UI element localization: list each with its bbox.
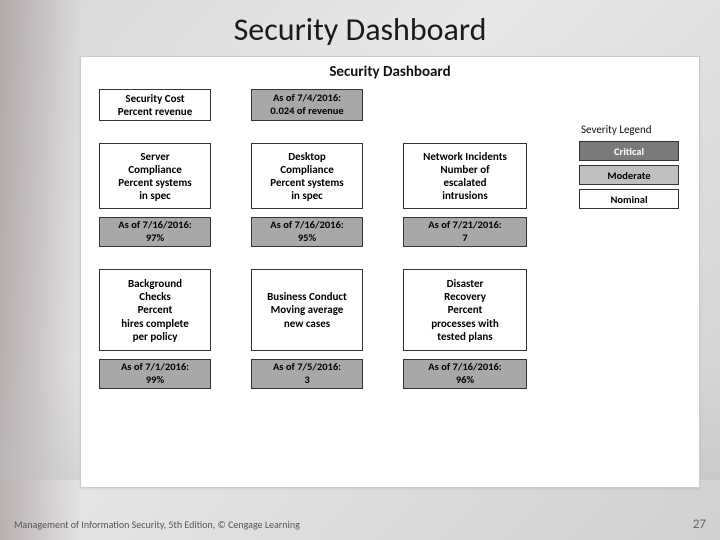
metric-label: Compliance <box>104 163 206 176</box>
metric-value: 97% <box>104 232 206 245</box>
metric-label: Network Incidents <box>408 150 522 163</box>
metric-label: intrusions <box>408 189 522 202</box>
metric-label: Desktop <box>256 150 358 163</box>
metric-value: 3 <box>256 374 358 387</box>
metric-label: hires complete <box>104 317 206 330</box>
dashboard-grid: Security Cost Percent revenue As of 7/4/… <box>81 85 699 485</box>
metric-value: 95% <box>256 232 358 245</box>
footer-credit: Management of Information Security, 5th … <box>14 518 300 531</box>
metric-label: Security Cost <box>104 92 206 105</box>
metric-security-cost: Security Cost Percent revenue <box>99 89 211 121</box>
metric-background-checks-value: As of 7/1/2016: 99% <box>99 359 211 389</box>
metric-label: escalated <box>408 176 522 189</box>
legend-nominal: Nominal <box>579 189 679 209</box>
metric-label: Percent systems <box>104 176 206 189</box>
bg-decor-left <box>0 0 80 540</box>
dashboard-panel: Security Dashboard Security Cost Percent… <box>80 56 700 488</box>
panel-title: Security Dashboard <box>81 57 699 85</box>
metric-business-conduct-value: As of 7/5/2016: 3 <box>251 359 363 389</box>
metric-label: Server <box>104 150 206 163</box>
metric-server-compliance: Server Compliance Percent systems in spe… <box>99 143 211 209</box>
metric-label: Disaster <box>408 277 522 290</box>
legend-title: Severity Legend <box>581 123 691 136</box>
metric-label: in spec <box>256 189 358 202</box>
metric-desktop-compliance: Desktop Compliance Percent systems in sp… <box>251 143 363 209</box>
page-number: 27 <box>693 517 706 532</box>
slide-footer: Management of Information Security, 5th … <box>14 517 706 532</box>
slide-title: Security Dashboard <box>0 10 720 49</box>
metric-disaster-recovery: Disaster Recovery Percent processes with… <box>403 269 527 351</box>
metric-label: Percent revenue <box>104 105 206 118</box>
metric-value: 0.024 of revenue <box>256 105 358 118</box>
metric-network-incidents: Network Incidents Number of escalated in… <box>403 143 527 209</box>
metric-label: Background <box>104 277 206 290</box>
metric-network-incidents-value: As of 7/21/2016: 7 <box>403 217 527 247</box>
metric-label: Percent <box>408 303 522 316</box>
metric-server-compliance-value: As of 7/16/2016: 97% <box>99 217 211 247</box>
metric-value: 7 <box>408 232 522 245</box>
metric-label: Number of <box>408 163 522 176</box>
metric-label: Business Conduct <box>256 290 358 303</box>
metric-value: 99% <box>104 374 206 387</box>
metric-label: new cases <box>256 317 358 330</box>
metric-desktop-compliance-value: As of 7/16/2016: 95% <box>251 217 363 247</box>
metric-label: in spec <box>104 189 206 202</box>
metric-label: per policy <box>104 330 206 343</box>
legend-critical: Critical <box>579 141 679 161</box>
metric-label: Percent systems <box>256 176 358 189</box>
metric-label: Checks <box>104 290 206 303</box>
metric-label: Percent <box>104 303 206 316</box>
metric-label: Moving average <box>256 303 358 316</box>
metric-disaster-recovery-value: As of 7/16/2016: 96% <box>403 359 527 389</box>
metric-background-checks: Background Checks Percent hires complete… <box>99 269 211 351</box>
metric-label: tested plans <box>408 330 522 343</box>
metric-label: processes with <box>408 317 522 330</box>
legend-moderate: Moderate <box>579 165 679 185</box>
metric-label: Compliance <box>256 163 358 176</box>
metric-label: Recovery <box>408 290 522 303</box>
metric-security-cost-value: As of 7/4/2016: 0.024 of revenue <box>251 89 363 121</box>
metric-value: 96% <box>408 374 522 387</box>
metric-business-conduct: Business Conduct Moving average new case… <box>251 269 363 351</box>
